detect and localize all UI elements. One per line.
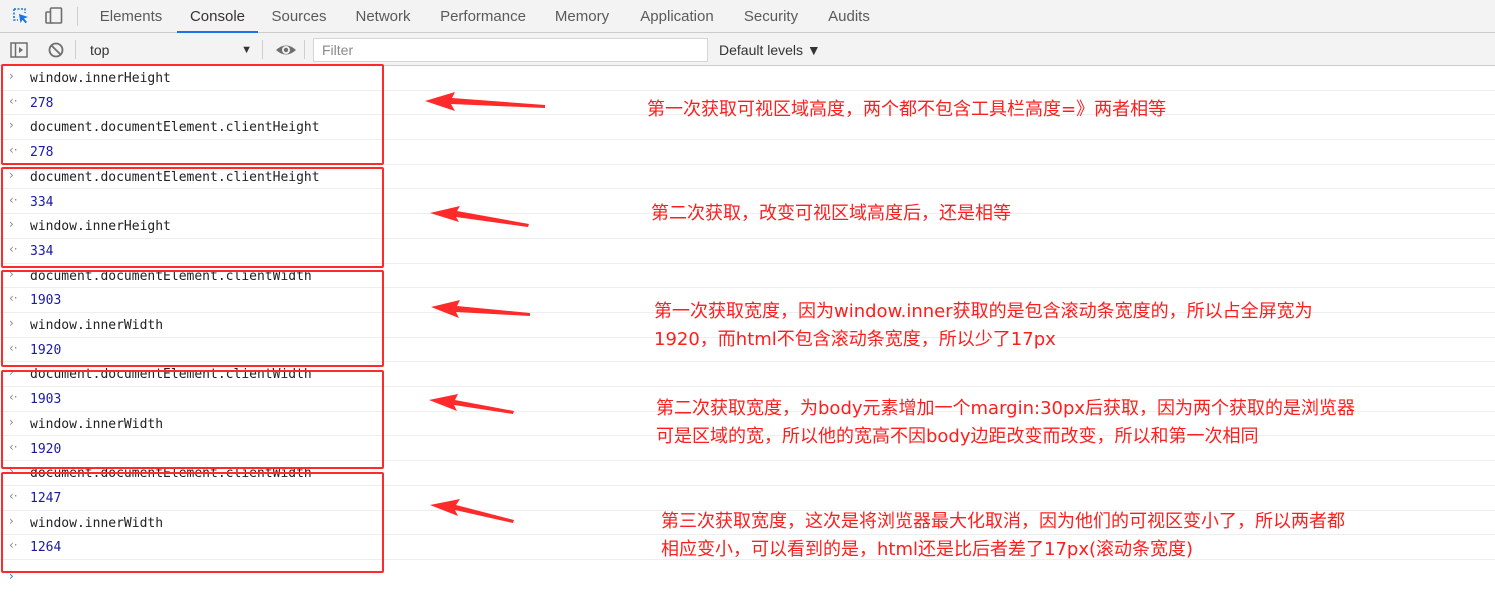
result-arrow-icon: ‹·	[9, 143, 18, 158]
console-toolbar: top ▼ Default levels ▼	[0, 33, 1495, 66]
dropdown-triangle-icon: ▼	[241, 44, 252, 56]
tab-sources[interactable]: Sources	[264, 0, 334, 32]
console-command-text: document.documentElement.clientWidth	[30, 268, 312, 284]
inspect-element-icon[interactable]	[11, 6, 31, 26]
result-arrow-icon: ‹·	[9, 241, 18, 256]
console-command-text: document.documentElement.clientWidth	[30, 367, 312, 383]
prompt-chevron-icon: ›	[9, 569, 14, 583]
tab-memory[interactable]: Memory	[547, 0, 617, 32]
note-line: 第三次获取宽度，这次是将浏览器最大化取消，因为他们的可视区变小了，所以两者都	[661, 511, 1345, 532]
console-result-value: 1247	[30, 490, 62, 506]
annotation-note-5: 第三次获取宽度，这次是将浏览器最大化取消，因为他们的可视区变小了，所以两者都 相…	[661, 508, 1345, 564]
annotation-note-2: 第二次获取，改变可视区域高度后，还是相等	[651, 200, 1011, 228]
console-result-value: 1903	[30, 392, 62, 408]
console-input-row[interactable]: › document.documentElement.clientWidth	[0, 461, 1495, 486]
context-selector[interactable]: top ▼	[82, 37, 258, 61]
note-line: 第二次获取，改变可视区域高度后，还是相等	[651, 203, 1011, 224]
toolbar-separator	[304, 40, 305, 59]
console-result-value: 1903	[30, 293, 62, 309]
toolbar-separator	[75, 40, 76, 59]
console-result-value: 1264	[30, 540, 62, 556]
console-result-value: 1920	[30, 441, 62, 457]
tab-performance[interactable]: Performance	[433, 0, 533, 32]
console-command-text: window.innerHeight	[30, 71, 171, 86]
prompt-chevron-icon: ›	[9, 513, 14, 528]
result-arrow-icon: ‹·	[9, 488, 18, 503]
console-command-text: document.documentElement.clientWidth	[30, 466, 312, 482]
console-input-row[interactable]: › document.documentElement.clientWidth	[0, 264, 1495, 289]
console-input-row[interactable]: › document.documentElement.clientHeight	[0, 165, 1495, 190]
tab-security[interactable]: Security	[737, 0, 805, 32]
note-line: 第一次获取宽度，因为window.inner获取的是包含滚动条宽度的，所以占全屏…	[654, 301, 1313, 322]
result-arrow-icon: ‹·	[9, 291, 18, 306]
console-input-row[interactable]: › document.documentElement.clientWidth	[0, 362, 1495, 388]
prompt-chevron-icon: ›	[9, 365, 14, 380]
toolbar-separator	[262, 40, 263, 59]
console-result-row[interactable]: ‹· 1247	[0, 486, 1495, 511]
device-toolbar-icon[interactable]	[44, 6, 64, 26]
result-arrow-icon: ‹·	[9, 390, 18, 405]
console-result-value: 334	[30, 243, 54, 259]
console-result-value: 278	[30, 145, 54, 161]
filter-input[interactable]	[313, 38, 708, 62]
note-line: 1920，而html不包含滚动条宽度，所以少了17px	[654, 329, 1056, 350]
annotation-note-4: 第二次获取宽度，为body元素增加一个margin:30px后获取，因为两个获取…	[656, 395, 1355, 451]
console-result-value: 278	[30, 95, 54, 111]
tab-elements[interactable]: Elements	[92, 0, 170, 32]
console-input-row[interactable]: › window.innerHeight	[0, 66, 1495, 91]
default-levels-dropdown[interactable]: Default levels ▼	[719, 37, 821, 61]
result-arrow-icon: ‹·	[9, 340, 18, 355]
prompt-chevron-icon: ›	[9, 266, 14, 281]
note-line: 可是区域的宽，所以他的宽高不因body边距改变而改变，所以和第一次相同	[656, 426, 1259, 447]
note-line: 第一次获取可视区域高度，两个都不包含工具栏高度=》两者相等	[647, 99, 1167, 120]
console-result-value: 1920	[30, 342, 62, 358]
prompt-chevron-icon: ›	[9, 167, 14, 182]
clear-console-icon[interactable]	[46, 40, 66, 60]
console-command-text: window.innerHeight	[30, 219, 171, 235]
devtools-tab-bar: Elements Console Sources Network Perform…	[0, 0, 1495, 33]
tab-bar-separator	[77, 7, 78, 26]
live-expression-eye-icon[interactable]	[275, 40, 296, 60]
prompt-chevron-icon: ›	[9, 414, 14, 429]
tab-console[interactable]: Console	[177, 0, 258, 33]
console-command-text: document.documentElement.clientHeight	[30, 169, 320, 185]
tab-network[interactable]: Network	[346, 0, 420, 32]
note-line: 相应变小，可以看到的是，html还是比后者差了17px(滚动条宽度)	[661, 539, 1194, 560]
note-line: 第二次获取宽度，为body元素增加一个margin:30px后获取，因为两个获取…	[656, 398, 1356, 419]
annotation-note-3: 第一次获取宽度，因为window.inner获取的是包含滚动条宽度的，所以占全屏…	[654, 298, 1313, 354]
console-result-value: 334	[30, 194, 54, 210]
prompt-chevron-icon: ›	[9, 316, 14, 330]
console-command-text: window.innerWidth	[30, 318, 164, 333]
console-result-row[interactable]: ‹· 334	[0, 239, 1495, 264]
result-arrow-icon: ‹·	[9, 93, 18, 108]
context-selector-label: top	[90, 42, 110, 58]
annotation-note-1: 第一次获取可视区域高度，两个都不包含工具栏高度=》两者相等	[647, 96, 1166, 124]
tab-application[interactable]: Application	[632, 0, 722, 32]
tab-audits[interactable]: Audits	[820, 0, 878, 32]
console-command-text: window.innerWidth	[30, 416, 164, 432]
console-result-row[interactable]: ‹· 278	[0, 140, 1495, 165]
prompt-chevron-icon: ›	[9, 464, 14, 479]
prompt-chevron-icon: ›	[9, 217, 14, 232]
prompt-chevron-icon: ›	[9, 69, 14, 83]
console-command-text: document.documentElement.clientHeight	[30, 120, 320, 136]
prompt-chevron-icon: ›	[9, 118, 14, 133]
result-arrow-icon: ‹·	[9, 538, 18, 553]
console-prompt[interactable]: ›	[0, 569, 1495, 589]
result-arrow-icon: ‹·	[9, 192, 18, 207]
result-arrow-icon: ‹·	[9, 439, 18, 454]
show-sidebar-icon[interactable]	[9, 40, 29, 60]
console-command-text: window.innerWidth	[30, 515, 164, 531]
